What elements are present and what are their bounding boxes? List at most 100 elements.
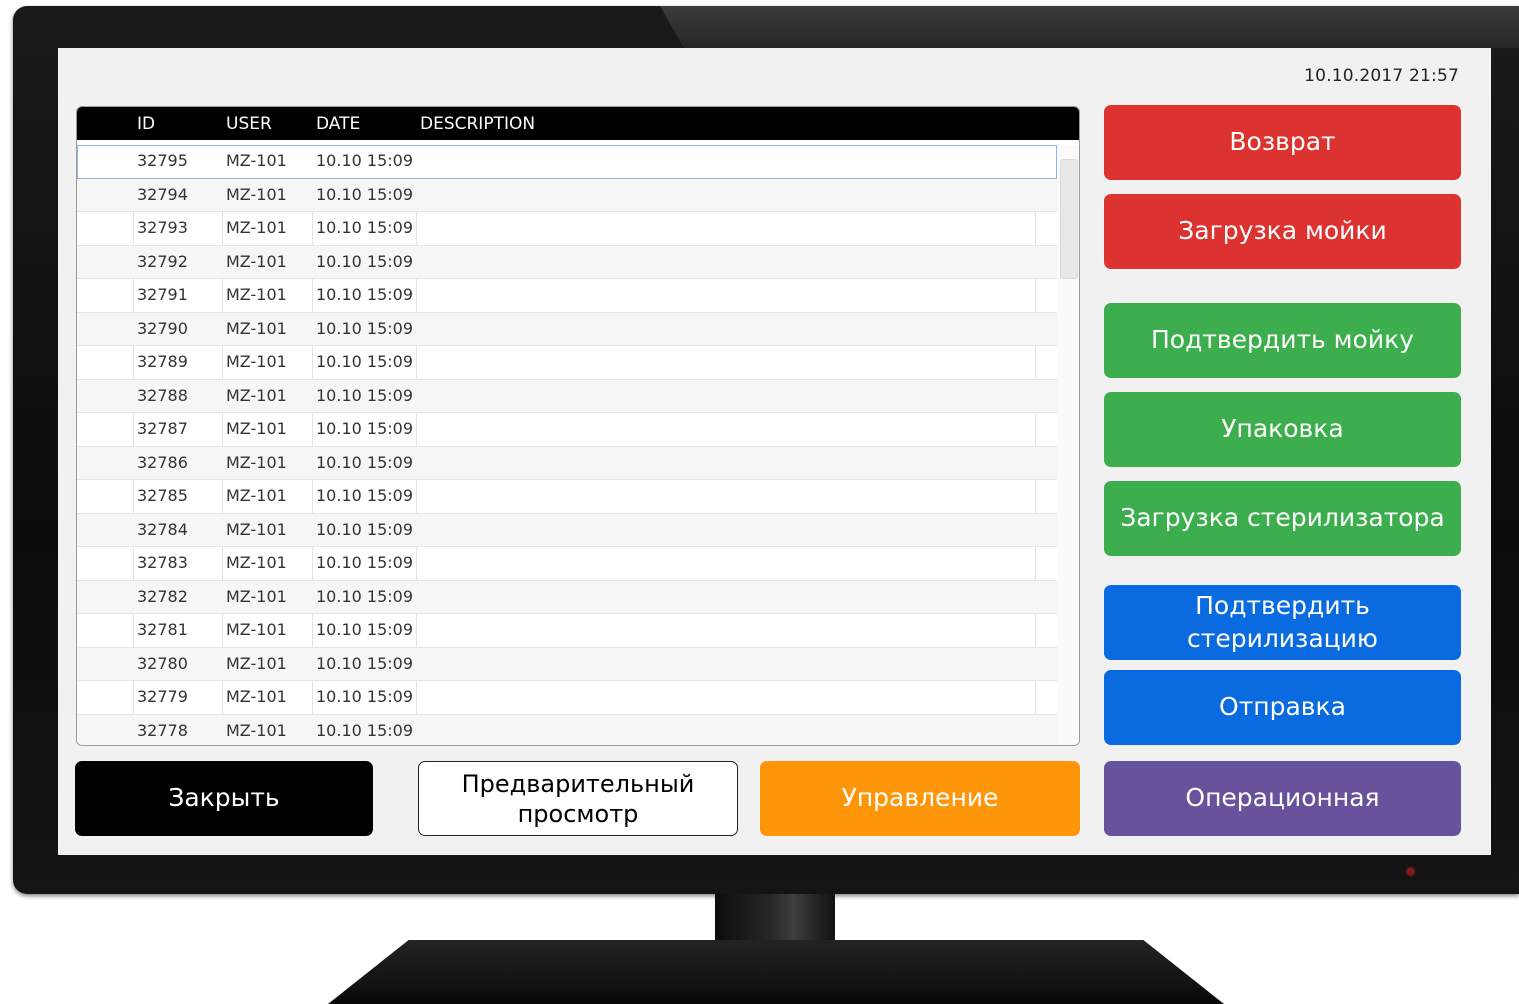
- cell-user: MZ-101: [226, 553, 287, 572]
- table-row[interactable]: 32781 MZ-101 10.10 15:09: [77, 614, 1057, 648]
- close-button[interactable]: Закрыть: [75, 761, 373, 836]
- dispatch-button[interactable]: Отправка: [1104, 670, 1461, 745]
- close-button-label: Закрыть: [168, 783, 280, 813]
- cell-user: MZ-101: [226, 318, 287, 338]
- table-row[interactable]: 32784 MZ-101 10.10 15:09: [77, 513, 1057, 547]
- cell-user: MZ-101: [226, 586, 287, 606]
- cell-date: 10.10 15:09: [316, 586, 413, 606]
- column-header-id[interactable]: ID: [137, 114, 155, 134]
- table-row[interactable]: 32778 MZ-101 10.10 15:09: [77, 714, 1057, 745]
- cell-id: 32793: [137, 218, 188, 237]
- preview-button[interactable]: Предварительный просмотр: [418, 761, 738, 836]
- table-scrollbar[interactable]: [1057, 145, 1079, 745]
- cell-id: 32780: [137, 653, 188, 673]
- operating-room-button-label: Операционная: [1185, 783, 1380, 813]
- management-button[interactable]: Управление: [760, 761, 1080, 836]
- cell-date: 10.10 15:09: [316, 184, 413, 204]
- load-sterilizer-button-label: Загрузка стерилизатора: [1120, 503, 1445, 533]
- table-row[interactable]: 32783 MZ-101 10.10 15:09: [77, 547, 1057, 581]
- table-row[interactable]: 32791 MZ-101 10.10 15:09: [77, 279, 1057, 313]
- cell-date: 10.10 15:09: [316, 151, 413, 170]
- table-row[interactable]: 32787 MZ-101 10.10 15:09: [77, 413, 1057, 447]
- confirm-wash-button[interactable]: Подтвердить мойку: [1104, 303, 1461, 378]
- cell-user: MZ-101: [226, 352, 287, 371]
- table-row[interactable]: 32792 MZ-101 10.10 15:09: [77, 245, 1057, 279]
- return-button-label: Возврат: [1229, 127, 1336, 157]
- confirm-wash-button-label: Подтвердить мойку: [1150, 325, 1414, 355]
- packing-button[interactable]: Упаковка: [1104, 392, 1461, 467]
- power-led: [1407, 868, 1414, 875]
- cell-date: 10.10 15:09: [316, 519, 413, 539]
- cell-date: 10.10 15:09: [316, 385, 413, 405]
- cell-date: 10.10 15:09: [316, 486, 413, 505]
- table-row[interactable]: 32785 MZ-101 10.10 15:09: [77, 480, 1057, 514]
- cell-date: 10.10 15:09: [316, 620, 413, 639]
- table-row[interactable]: 32794 MZ-101 10.10 15:09: [77, 178, 1057, 212]
- cell-id: 32785: [137, 486, 188, 505]
- cell-id: 32787: [137, 419, 188, 438]
- cell-user: MZ-101: [226, 285, 287, 304]
- table-row[interactable]: 32795 MZ-101 10.10 15:09: [77, 145, 1057, 179]
- records-table: ID USER DATE DESCRIPTION 32795 MZ-101 10.1…: [76, 106, 1080, 746]
- cell-id: 32782: [137, 586, 188, 606]
- column-header-date[interactable]: DATE: [316, 114, 360, 134]
- cell-date: 10.10 15:09: [316, 720, 413, 740]
- confirm-sterilization-label-line2: стерилизацию: [1187, 623, 1378, 653]
- cell-id: 32778: [137, 720, 188, 740]
- confirm-sterilization-button[interactable]: Подтвердить стерилизацию: [1104, 585, 1461, 660]
- datetime-display: 10.10.2017 21:57: [1304, 66, 1459, 86]
- return-button[interactable]: Возврат: [1104, 105, 1461, 180]
- load-washer-button-label: Загрузка мойки: [1178, 216, 1387, 246]
- management-button-label: Управление: [841, 783, 999, 813]
- cell-id: 32795: [137, 151, 188, 170]
- cell-user: MZ-101: [226, 720, 287, 740]
- cell-id: 32789: [137, 352, 188, 371]
- app-screen: 10.10.2017 21:57 ID USER DATE DESCRIPTIO…: [58, 48, 1491, 855]
- cell-user: MZ-101: [226, 620, 287, 639]
- table-row[interactable]: 32788 MZ-101 10.10 15:09: [77, 379, 1057, 413]
- load-washer-button[interactable]: Загрузка мойки: [1104, 194, 1461, 269]
- packing-button-label: Упаковка: [1221, 414, 1344, 444]
- monitor-stand-base: [328, 940, 1224, 1004]
- cell-date: 10.10 15:09: [316, 553, 413, 572]
- cell-date: 10.10 15:09: [316, 452, 413, 472]
- bezel-highlight: [660, 6, 1519, 48]
- operating-room-button[interactable]: Операционная: [1104, 761, 1461, 836]
- table-row[interactable]: 32793 MZ-101 10.10 15:09: [77, 212, 1057, 246]
- cell-date: 10.10 15:09: [316, 318, 413, 338]
- table-row[interactable]: 32789 MZ-101 10.10 15:09: [77, 346, 1057, 380]
- cell-id: 32784: [137, 519, 188, 539]
- cell-id: 32779: [137, 687, 188, 706]
- cell-user: MZ-101: [226, 184, 287, 204]
- cell-date: 10.10 15:09: [316, 352, 413, 371]
- table-row[interactable]: 32779 MZ-101 10.10 15:09: [77, 681, 1057, 715]
- table-row[interactable]: 32780 MZ-101 10.10 15:09: [77, 647, 1057, 681]
- cell-date: 10.10 15:09: [316, 419, 413, 438]
- cell-user: MZ-101: [226, 151, 287, 170]
- cell-id: 32783: [137, 553, 188, 572]
- table-header: ID USER DATE DESCRIPTION: [77, 107, 1079, 140]
- cell-user: MZ-101: [226, 419, 287, 438]
- cell-id: 32794: [137, 184, 188, 204]
- table-row[interactable]: 32790 MZ-101 10.10 15:09: [77, 312, 1057, 346]
- confirm-sterilization-label-line1: Подтвердить: [1195, 591, 1370, 620]
- cell-user: MZ-101: [226, 486, 287, 505]
- preview-label-line2: просмотр: [517, 799, 639, 828]
- cell-id: 32792: [137, 251, 188, 271]
- preview-label-line1: Предварительный: [461, 769, 695, 798]
- cell-user: MZ-101: [226, 218, 287, 237]
- cell-id: 32786: [137, 452, 188, 472]
- cell-user: MZ-101: [226, 452, 287, 472]
- column-header-user[interactable]: USER: [226, 114, 272, 134]
- table-row[interactable]: 32786 MZ-101 10.10 15:09: [77, 446, 1057, 480]
- dispatch-button-label: Отправка: [1219, 692, 1346, 722]
- column-header-description[interactable]: DESCRIPTION: [420, 114, 535, 134]
- load-sterilizer-button[interactable]: Загрузка стерилизатора: [1104, 481, 1461, 556]
- cell-user: MZ-101: [226, 687, 287, 706]
- cell-user: MZ-101: [226, 385, 287, 405]
- cell-date: 10.10 15:09: [316, 653, 413, 673]
- table-row[interactable]: 32782 MZ-101 10.10 15:09: [77, 580, 1057, 614]
- cell-id: 32790: [137, 318, 188, 338]
- scrollbar-thumb[interactable]: [1060, 159, 1078, 279]
- table-body: 32795 MZ-101 10.10 15:09 32794 MZ-101 10.10 1…: [77, 145, 1057, 745]
